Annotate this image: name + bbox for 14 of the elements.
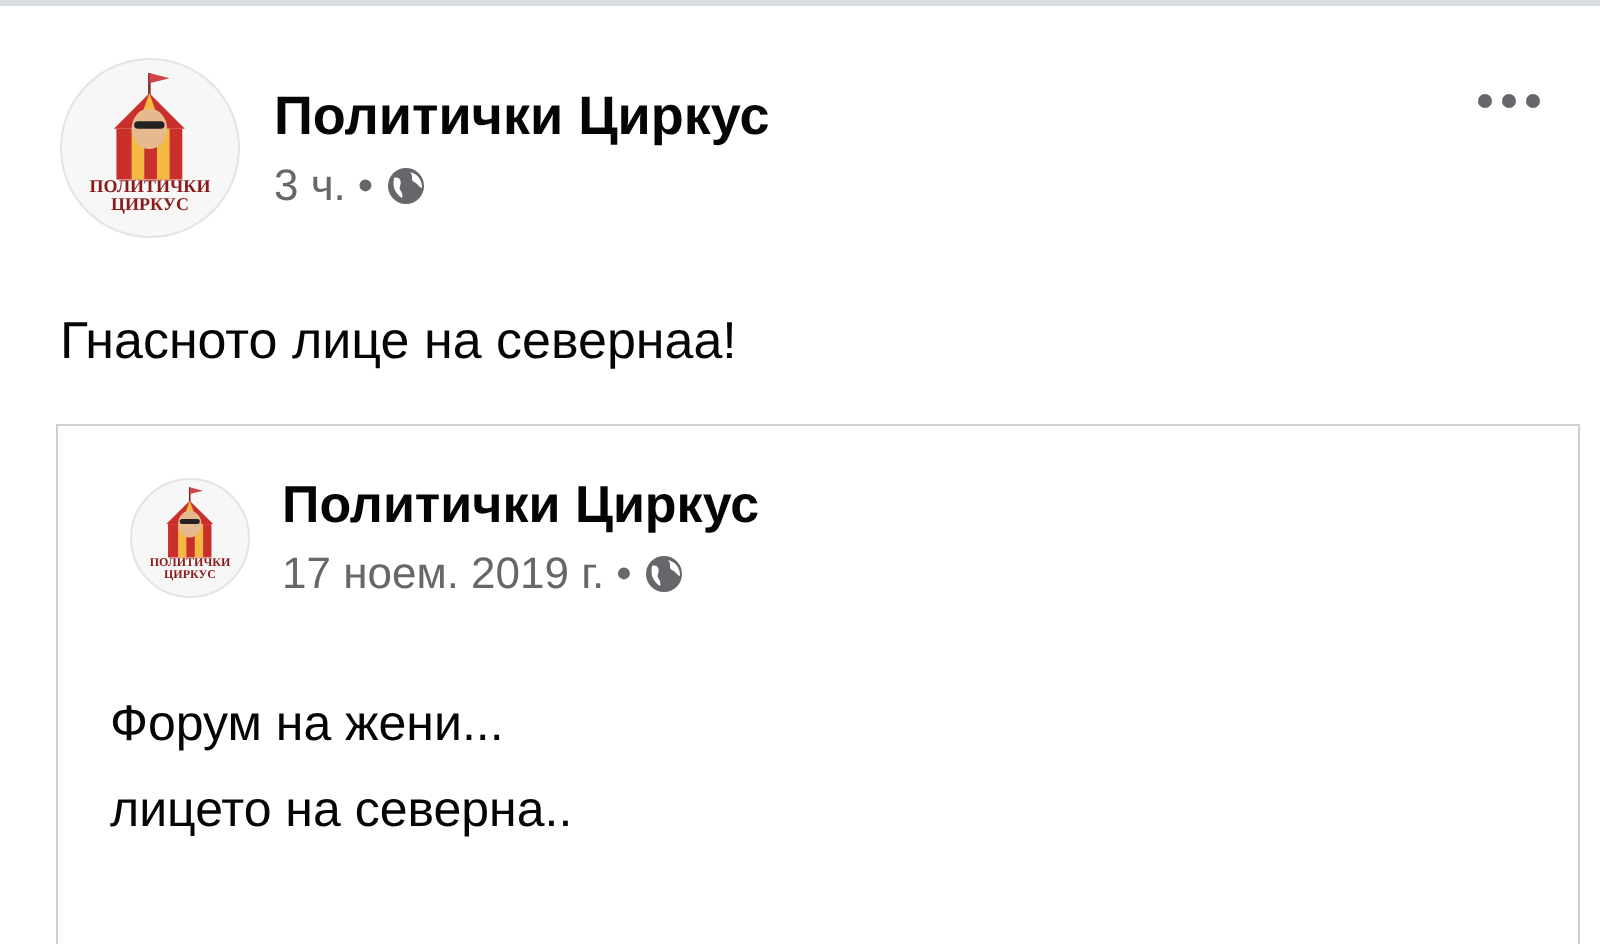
post-time[interactable]: 3 ч. xyxy=(274,159,346,211)
author-name[interactable]: Политички Циркус xyxy=(274,85,1470,147)
avatar-logo[interactable]: ПОЛИТИЧКИ ЦИРКУС xyxy=(60,58,240,238)
logo-text: ЦИРКУС xyxy=(111,196,189,215)
separator-dot: • xyxy=(357,159,374,211)
author-name[interactable]: Политички Циркус xyxy=(282,474,1538,536)
post-text-line: Форум на жени... xyxy=(110,696,506,754)
globe-icon xyxy=(385,165,426,205)
globe-icon xyxy=(643,554,684,594)
post-time[interactable]: 17 ноем. 2019 г. xyxy=(282,548,605,600)
logo-text: ПОЛИТИЧКИ xyxy=(89,178,211,197)
post-text: Гнасното лице на севернаа! xyxy=(58,308,739,372)
post-text-line: лицето на северна.. xyxy=(110,782,575,840)
separator-dot: • xyxy=(616,548,632,600)
